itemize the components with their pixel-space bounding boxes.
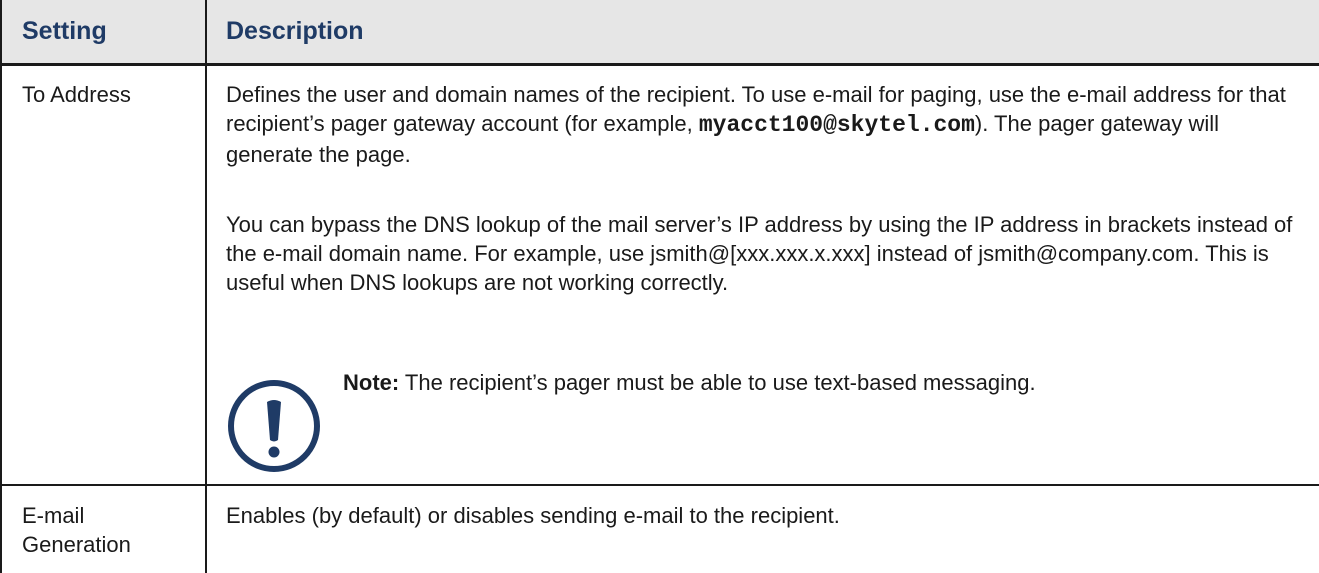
setting-email-generation-line2: Generation xyxy=(22,532,131,557)
email-generation-description: Enables (by default) or disables sending… xyxy=(226,503,840,528)
example-email-address: myacct100@skytel.com xyxy=(698,112,975,138)
left-border xyxy=(0,0,2,573)
exclamation-circle-icon xyxy=(228,380,320,472)
table-header-row: Setting Description xyxy=(0,0,1319,66)
setting-email-generation: E-mail Generation xyxy=(22,501,131,559)
to-address-description-paragraph: Defines the user and domain names of the… xyxy=(226,80,1306,169)
note-label: Note: xyxy=(343,370,400,395)
setting-to-address: To Address xyxy=(22,82,131,107)
column-divider xyxy=(205,0,207,573)
setting-email-generation-line1: E-mail xyxy=(22,503,85,528)
header-setting: Setting xyxy=(22,17,107,45)
settings-table: Setting Description To Address Defines t… xyxy=(0,0,1319,573)
note-paragraph: Note: The recipient’s pager must be able… xyxy=(343,368,1313,397)
row-divider xyxy=(0,484,1319,486)
dns-bypass-paragraph: You can bypass the DNS lookup of the mai… xyxy=(226,212,1293,295)
note-text: The recipient’s pager must be able to us… xyxy=(399,370,1036,395)
header-description: Description xyxy=(226,17,364,45)
